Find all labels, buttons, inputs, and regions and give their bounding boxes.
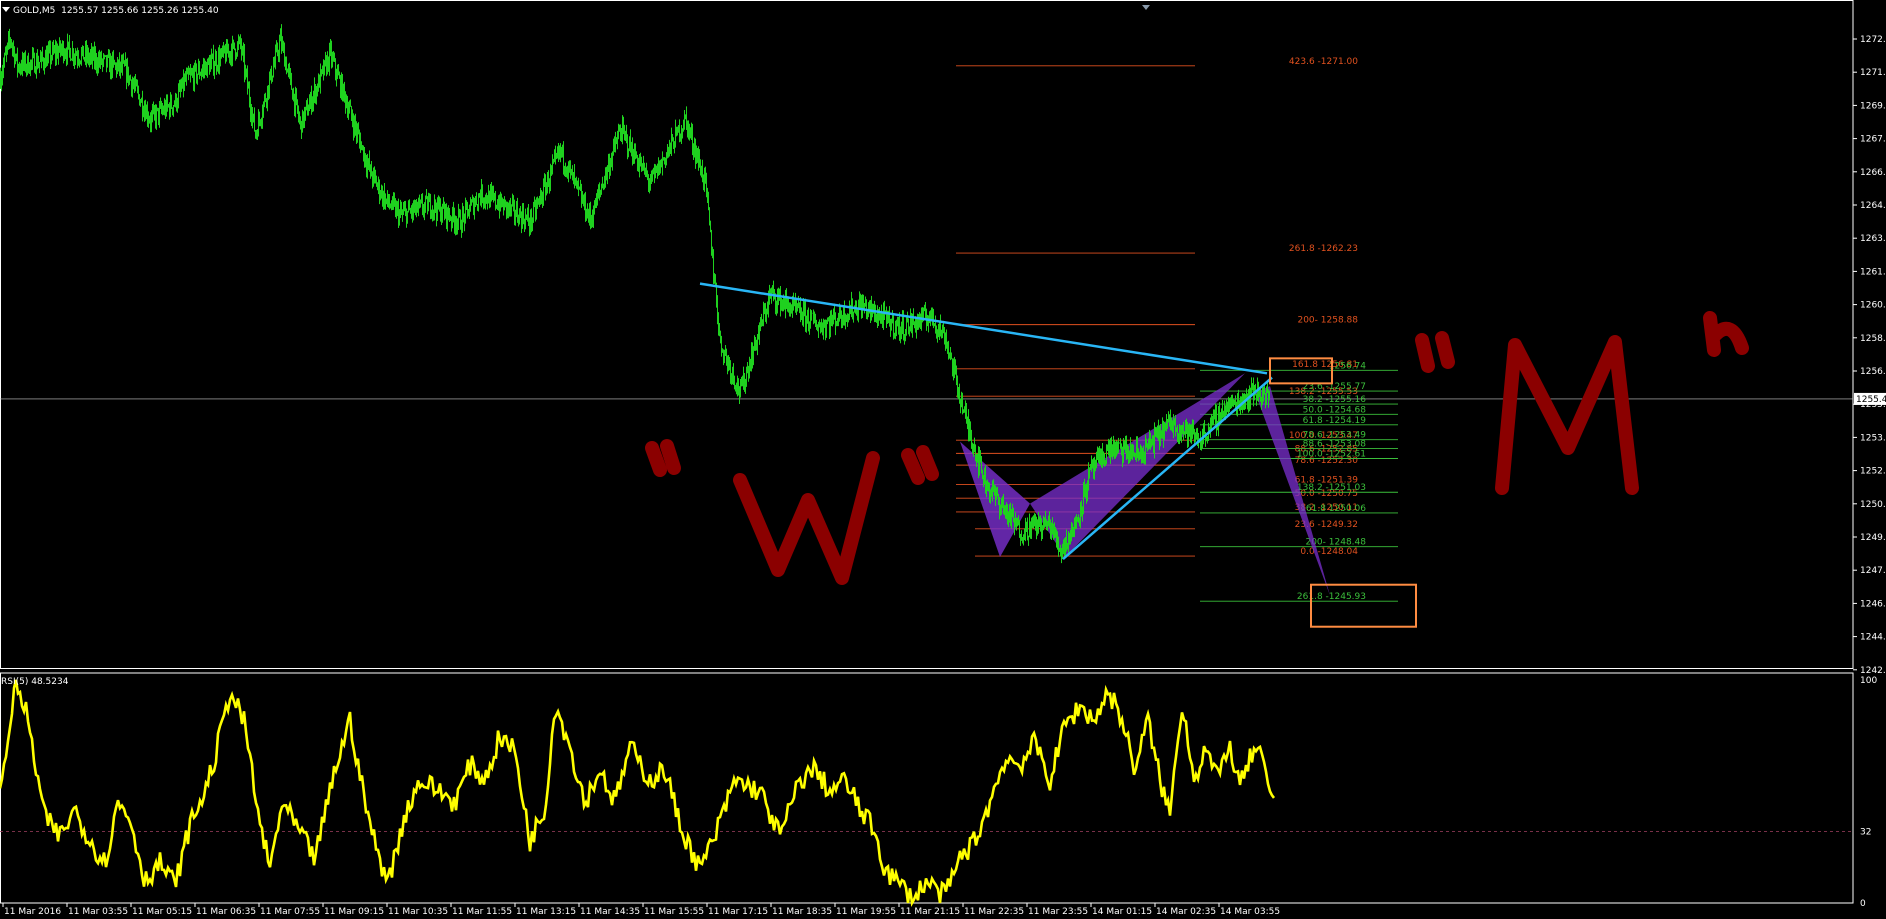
price-tick-label: 1264.70 bbox=[1860, 201, 1886, 211]
time-tick-label: 14 Mar 01:15 bbox=[1092, 907, 1152, 915]
symbol-menu-icon[interactable] bbox=[2, 7, 10, 12]
price-tick-label: 1266.30 bbox=[1860, 168, 1886, 178]
annotation-letter-w bbox=[733, 451, 880, 585]
time-tick-label: 11 Mar 22:35 bbox=[964, 907, 1024, 915]
time-tick-label: 11 Mar 10:35 bbox=[388, 907, 448, 915]
time-tick-label: 11 Mar 13:15 bbox=[516, 907, 576, 915]
price-tick-label: 1242.85 bbox=[1860, 666, 1886, 676]
annotation-group bbox=[645, 311, 1749, 585]
fib-ext-label: 50.0 -1254.68 bbox=[1303, 405, 1367, 415]
price-tick-label: 1263.05 bbox=[1860, 234, 1886, 244]
fib-level-label: 261.8 -1262.23 bbox=[1289, 244, 1358, 254]
fib-ext-label: 61.8 -1254.19 bbox=[1303, 416, 1367, 426]
time-tick-label: 11 Mar 11:55 bbox=[452, 907, 512, 915]
fib-ext-label: 100.0 -1252.61 bbox=[1297, 450, 1366, 460]
trendline bbox=[699, 282, 1268, 375]
fib-level-label: 200- 1258.88 bbox=[1297, 316, 1358, 326]
time-tick-label: 11 Mar 03:55 bbox=[68, 907, 128, 915]
price-tick-label: 1269.40 bbox=[1860, 101, 1886, 111]
rsi-tick-label: 100 bbox=[1860, 676, 1877, 686]
rsi-label: RSI(5) 48.5234 bbox=[1, 677, 69, 687]
price-tick-label: 1256.90 bbox=[1860, 367, 1886, 377]
time-tick-label: 11 Mar 17:15 bbox=[708, 907, 768, 915]
rsi-tick-label: 0 bbox=[1860, 899, 1866, 909]
price-tick-label: 1244.50 bbox=[1860, 633, 1886, 643]
rsi-tick-label: 32 bbox=[1860, 828, 1871, 838]
price-tick-label: 1267.95 bbox=[1860, 135, 1886, 145]
time-tick-label: 11 Mar 07:55 bbox=[260, 907, 320, 915]
time-tick-label: 11 Mar 14:35 bbox=[580, 907, 640, 915]
chart-root: 1272.60 1271.25 1269.40 1267.95 1266.30 1264.… bbox=[0, 0, 1886, 917]
fib-level-label: 423.6 -1271.00 bbox=[1289, 57, 1358, 67]
time-tick-label: 14 Mar 03:55 bbox=[1220, 907, 1280, 915]
fib-ext-label: 88.6 -1253.08 bbox=[1303, 439, 1367, 449]
symbol-label: GOLD,M5 bbox=[13, 6, 56, 16]
ohlc-readout: 1255.57 1255.66 1255.26 1255.40 bbox=[61, 6, 219, 16]
current-price-label: 1255.40 bbox=[1856, 395, 1886, 405]
price-tick-label: 1250.60 bbox=[1860, 500, 1886, 510]
chart-header: GOLD,M5 1255.57 1255.66 1255.26 1255.40 bbox=[0, 6, 219, 16]
price-tick-label: 1247.50 bbox=[1860, 566, 1886, 576]
fib-level-label: 0.0 -1248.04 bbox=[1300, 547, 1358, 557]
rsi-panel-frame bbox=[0, 672, 1854, 904]
fib-ext-label: 138.2 -1251.03 bbox=[1297, 483, 1366, 493]
price-tick-label: 1261.60 bbox=[1860, 267, 1886, 277]
annotation-quote-close-2 bbox=[1703, 311, 1749, 357]
fib-ext-label: 38.2 -1255.16 bbox=[1303, 395, 1367, 405]
fib-ext-label: 261.8 -1245.93 bbox=[1297, 592, 1366, 602]
shift-marker-icon bbox=[1142, 5, 1150, 10]
time-tick-label: 11 Mar 09:15 bbox=[324, 907, 384, 915]
fib-ext-label: 1256.74 bbox=[1329, 361, 1366, 371]
time-tick-label: 11 Mar 19:55 bbox=[836, 907, 896, 915]
annotation-quote-open-2 bbox=[1415, 331, 1455, 373]
time-tick-label: 11 Mar 23:55 bbox=[1028, 907, 1088, 915]
price-panel-frame bbox=[0, 0, 1854, 669]
price-tick-label: 1258.40 bbox=[1860, 334, 1886, 344]
fib-ext-label: 161.8 1250.06 bbox=[1300, 504, 1366, 514]
price-tick-label: 1252.20 bbox=[1860, 467, 1886, 477]
price-tick-label: 1260.00 bbox=[1860, 301, 1886, 311]
annotation-letter-m bbox=[1495, 335, 1639, 495]
highlight-box-bottom bbox=[1310, 583, 1417, 628]
time-tick-label: 11 Mar 06:35 bbox=[196, 907, 256, 915]
price-tick-label: 1246.00 bbox=[1860, 599, 1886, 609]
annotation-quote-open bbox=[645, 439, 681, 477]
rsi-line bbox=[0, 679, 1276, 907]
time-tick-label: 11 Mar 18:35 bbox=[772, 907, 832, 915]
annotation-quote-close bbox=[901, 445, 939, 485]
time-tick-label: 14 Mar 02:35 bbox=[1156, 907, 1216, 915]
time-tick-label: 11 Mar 2016 bbox=[4, 907, 61, 915]
price-tick-label: 1272.60 bbox=[1860, 35, 1886, 45]
price-tick-label: 1253.90 bbox=[1860, 433, 1886, 443]
chart-svg: 1272.60 1271.25 1269.40 1267.95 1266.30 1264.… bbox=[0, 0, 1886, 917]
time-tick-label: 11 Mar 21:15 bbox=[900, 907, 960, 915]
time-tick-label: 11 Mar 15:55 bbox=[644, 907, 704, 915]
price-tick-label: 1271.25 bbox=[1860, 68, 1886, 78]
time-tick-label: 11 Mar 05:15 bbox=[132, 907, 192, 915]
price-tick-label: 1249.10 bbox=[1860, 533, 1886, 543]
